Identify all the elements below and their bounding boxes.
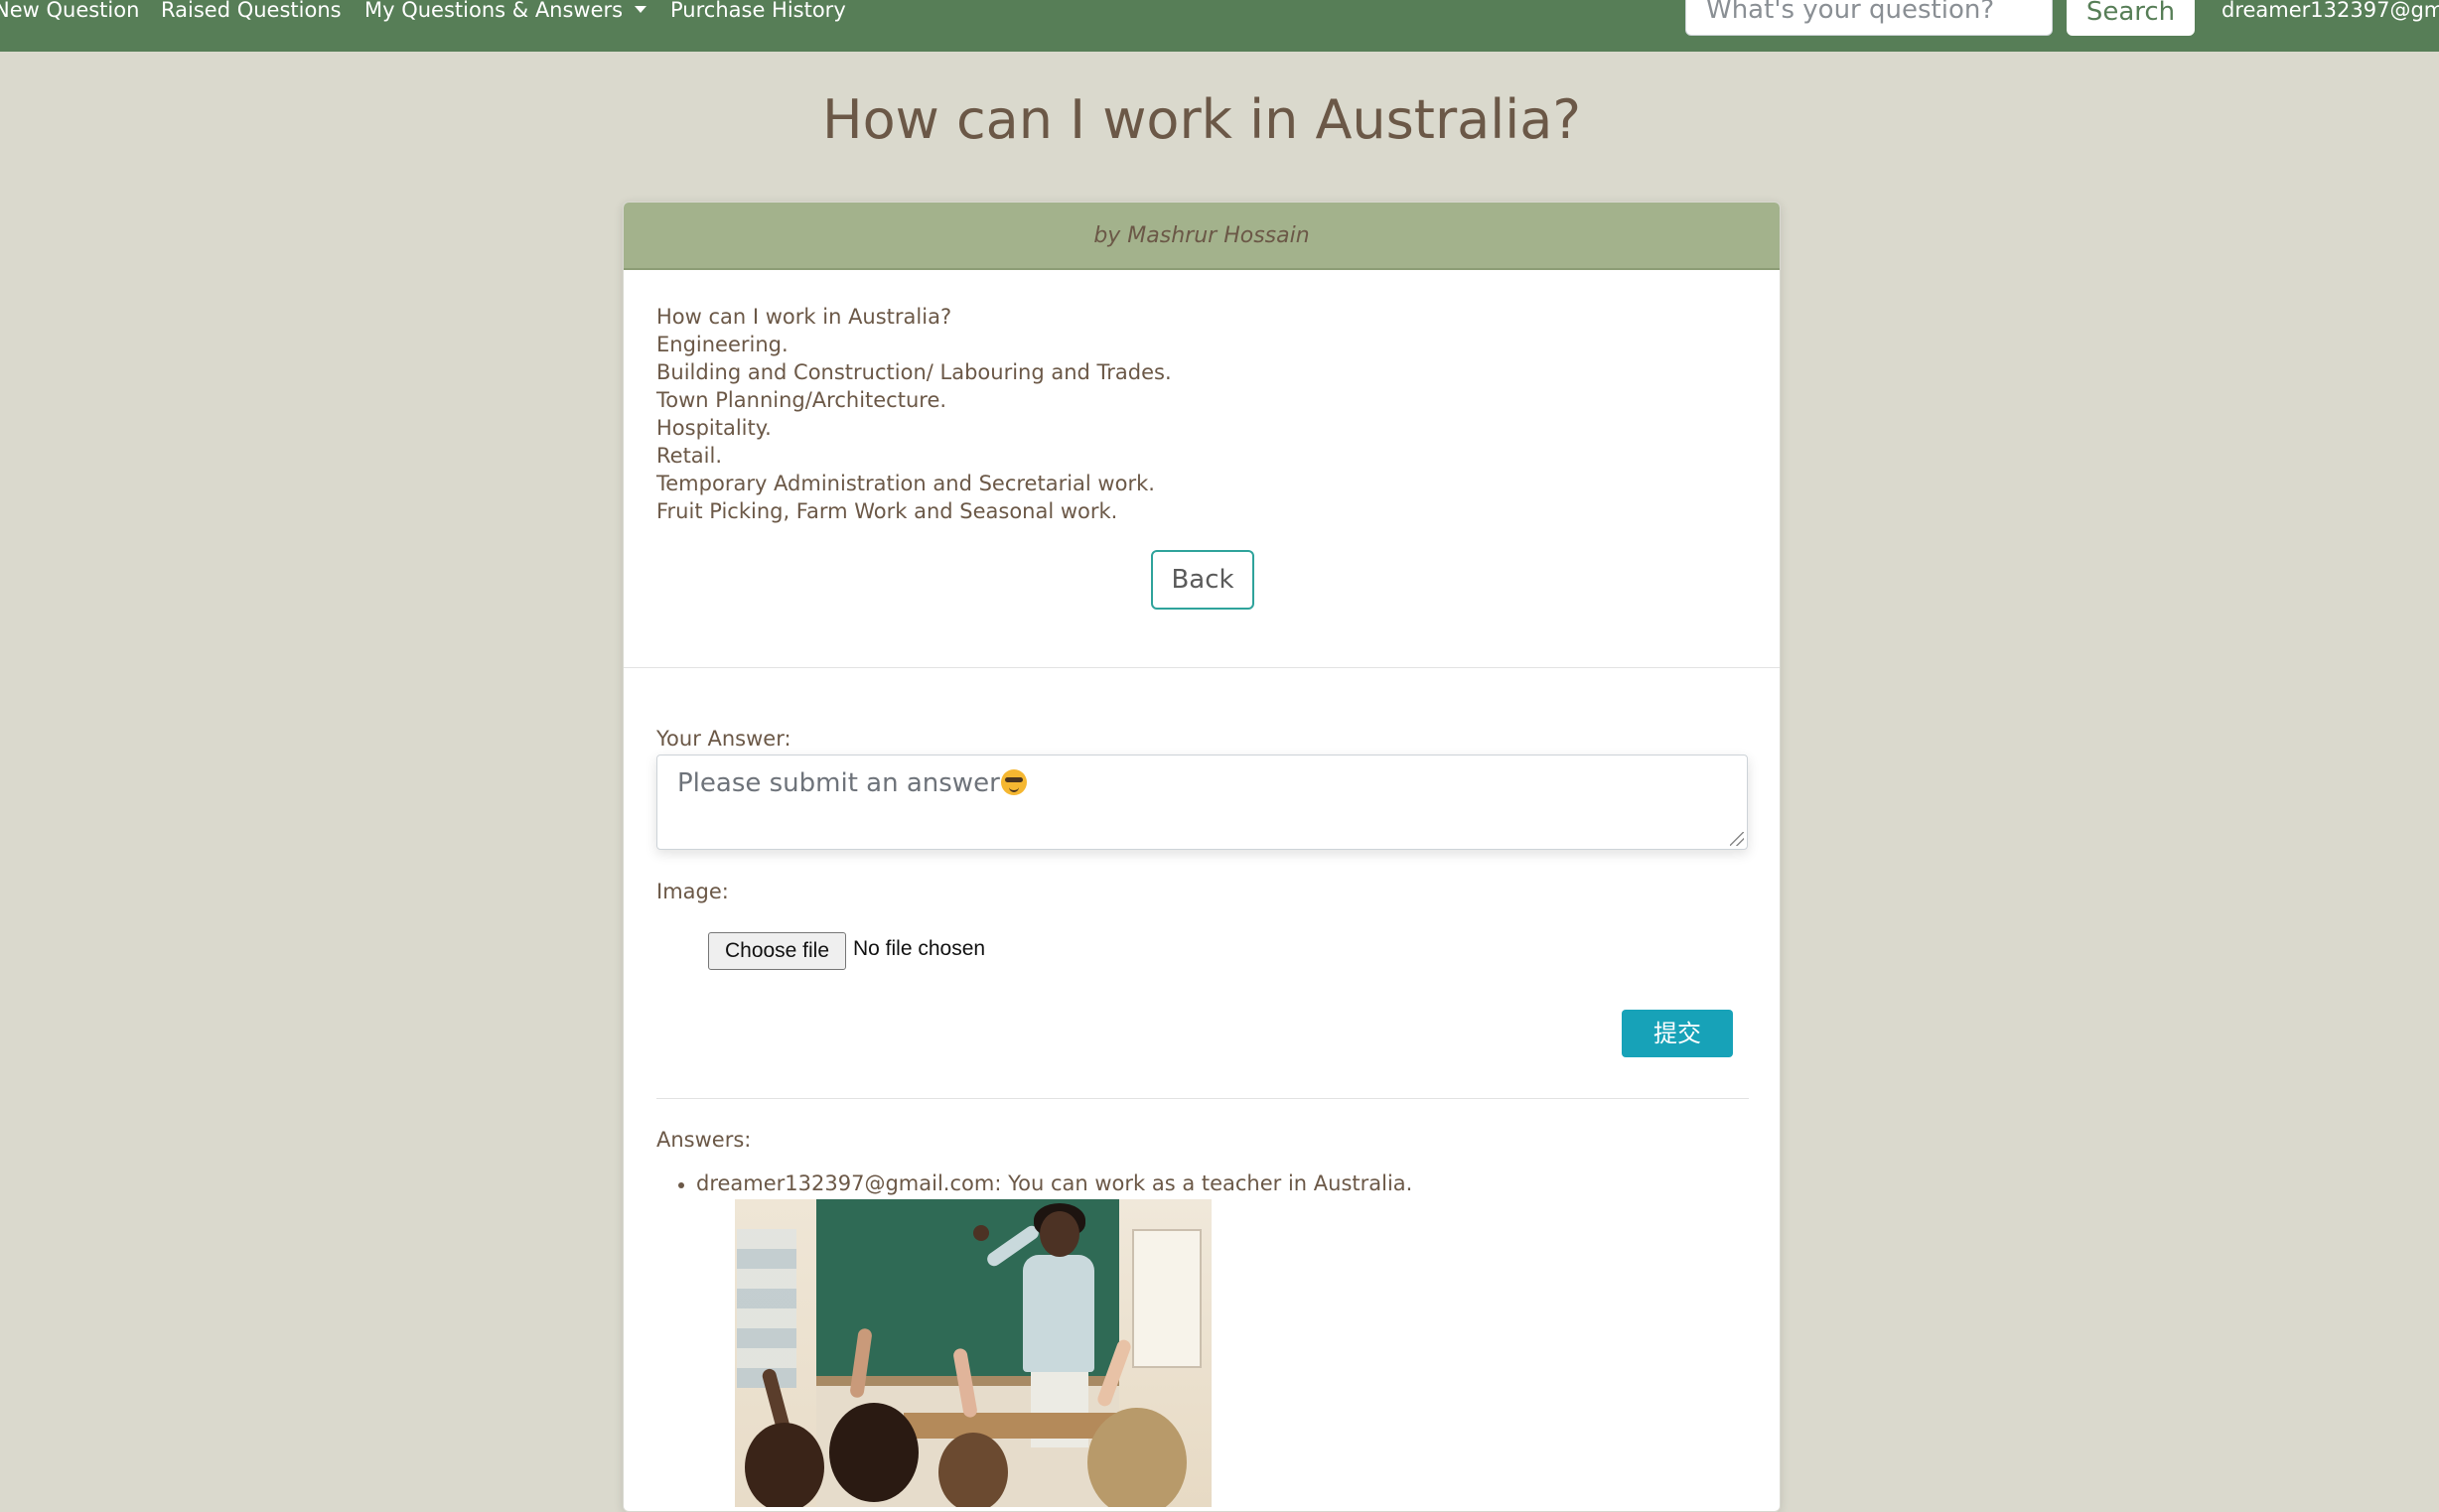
nav-my-questions-answers[interactable]: My Questions & Answers: [364, 0, 647, 22]
answer-list-item: dreamer132397@gmail.com: You can work as…: [678, 1171, 1413, 1195]
image-label: Image:: [656, 880, 729, 903]
question-body-line: Temporary Administration and Secretarial…: [656, 472, 1155, 495]
question-author: by Mashrur Hossain: [624, 203, 1780, 270]
section-divider: [624, 667, 1780, 668]
question-body-line: How can I work in Australia?: [656, 305, 952, 329]
question-body-line: Town Planning/Architecture.: [656, 388, 947, 412]
top-navbar: New Question Raised Questions My Questio…: [0, 0, 2439, 52]
nerd-face-emoji-icon: [1000, 769, 1027, 795]
answers-divider: [656, 1098, 1749, 1099]
answer-image: [735, 1199, 1212, 1507]
question-body-line: Hospitality.: [656, 416, 772, 440]
nav-new-question[interactable]: New Question: [0, 0, 139, 21]
nav-my-questions-answers-label: My Questions & Answers: [364, 0, 624, 22]
chevron-down-icon: [635, 6, 647, 13]
question-body: How can I work in Australia? Engineering…: [656, 303, 1172, 525]
search-input[interactable]: What's your question?: [1685, 0, 2053, 36]
answer-textarea[interactable]: Please submit an answer: [656, 755, 1748, 850]
answers-heading: Answers:: [656, 1128, 752, 1152]
nav-raised-questions[interactable]: Raised Questions: [161, 0, 342, 21]
answer-text: dreamer132397@gmail.com: You can work as…: [696, 1171, 1413, 1195]
question-card: by Mashrur Hossain How can I work in Aus…: [623, 202, 1781, 1512]
nav-purchase-history[interactable]: Purchase History: [670, 0, 846, 21]
bullet-icon: [678, 1182, 684, 1188]
choose-file-button[interactable]: Choose file: [708, 932, 846, 970]
file-status: No file chosen: [853, 937, 986, 960]
search-button[interactable]: Search: [2067, 0, 2195, 36]
back-button[interactable]: Back: [1151, 550, 1254, 610]
question-body-line: Building and Construction/ Labouring and…: [656, 360, 1172, 384]
resize-handle-icon[interactable]: [1730, 832, 1744, 846]
question-body-line: Retail.: [656, 444, 723, 468]
answer-label: Your Answer:: [656, 727, 791, 751]
user-account-link[interactable]: dreamer132397@gm: [2222, 0, 2439, 22]
submit-button[interactable]: 提交: [1622, 1010, 1733, 1057]
page-title: How can I work in Australia?: [822, 88, 1581, 151]
question-body-line: Fruit Picking, Farm Work and Seasonal wo…: [656, 499, 1118, 523]
question-body-line: Engineering.: [656, 333, 789, 356]
answer-placeholder: Please submit an answer: [677, 768, 1000, 798]
